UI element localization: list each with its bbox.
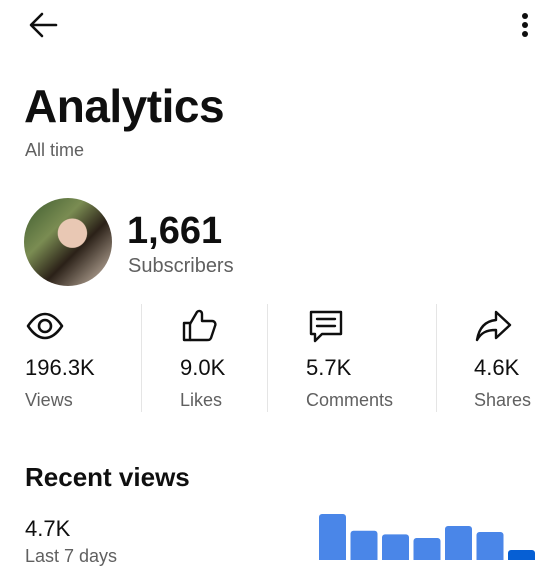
recent-views-bar	[319, 514, 346, 560]
stat-shares[interactable]: 4.6K Shares	[474, 302, 544, 414]
comment-icon	[309, 310, 343, 343]
stat-label: Comments	[306, 390, 394, 410]
recent-views-period: Last 7 days	[25, 546, 118, 566]
recent-views-bar	[508, 550, 535, 560]
more-options-button[interactable]	[510, 6, 540, 46]
page-subtitle: All time	[25, 140, 85, 160]
stat-label: Views	[25, 390, 73, 410]
stat-views[interactable]: 196.3K Views	[25, 302, 135, 414]
stat-value: 5.7K	[306, 355, 352, 380]
stat-likes[interactable]: 9.0K Likes	[180, 302, 260, 414]
channel-avatar[interactable]	[24, 198, 112, 286]
stat-comments[interactable]: 5.7K Comments	[306, 302, 406, 414]
recent-views-bar	[350, 530, 378, 560]
arrow-left-icon	[29, 12, 58, 38]
subscriber-count: 1,661	[127, 210, 223, 252]
recent-views-chart[interactable]	[318, 508, 538, 560]
stat-label: Likes	[180, 390, 223, 410]
recent-views-bar	[413, 538, 441, 560]
subscriber-label: Subscribers	[128, 255, 234, 277]
recent-views-bar	[445, 526, 472, 560]
stat-divider	[436, 304, 437, 412]
stat-value: 196.3K	[25, 355, 95, 380]
more-vert-icon	[522, 13, 528, 37]
recent-views-value: 4.7K	[25, 516, 71, 541]
back-button[interactable]	[24, 6, 64, 46]
recent-views-bar	[476, 532, 504, 560]
stat-label: Shares	[474, 390, 532, 410]
recent-views-heading: Recent views	[25, 462, 190, 492]
eye-icon	[26, 312, 64, 340]
stat-value: 4.6K	[474, 355, 520, 380]
page-title: Analytics	[24, 80, 225, 132]
recent-views-bar	[382, 534, 409, 560]
stat-value: 9.0K	[180, 355, 226, 380]
share-icon	[475, 310, 512, 342]
thumbs-up-icon	[182, 309, 217, 342]
stat-divider	[267, 304, 268, 412]
stat-divider	[141, 304, 142, 412]
